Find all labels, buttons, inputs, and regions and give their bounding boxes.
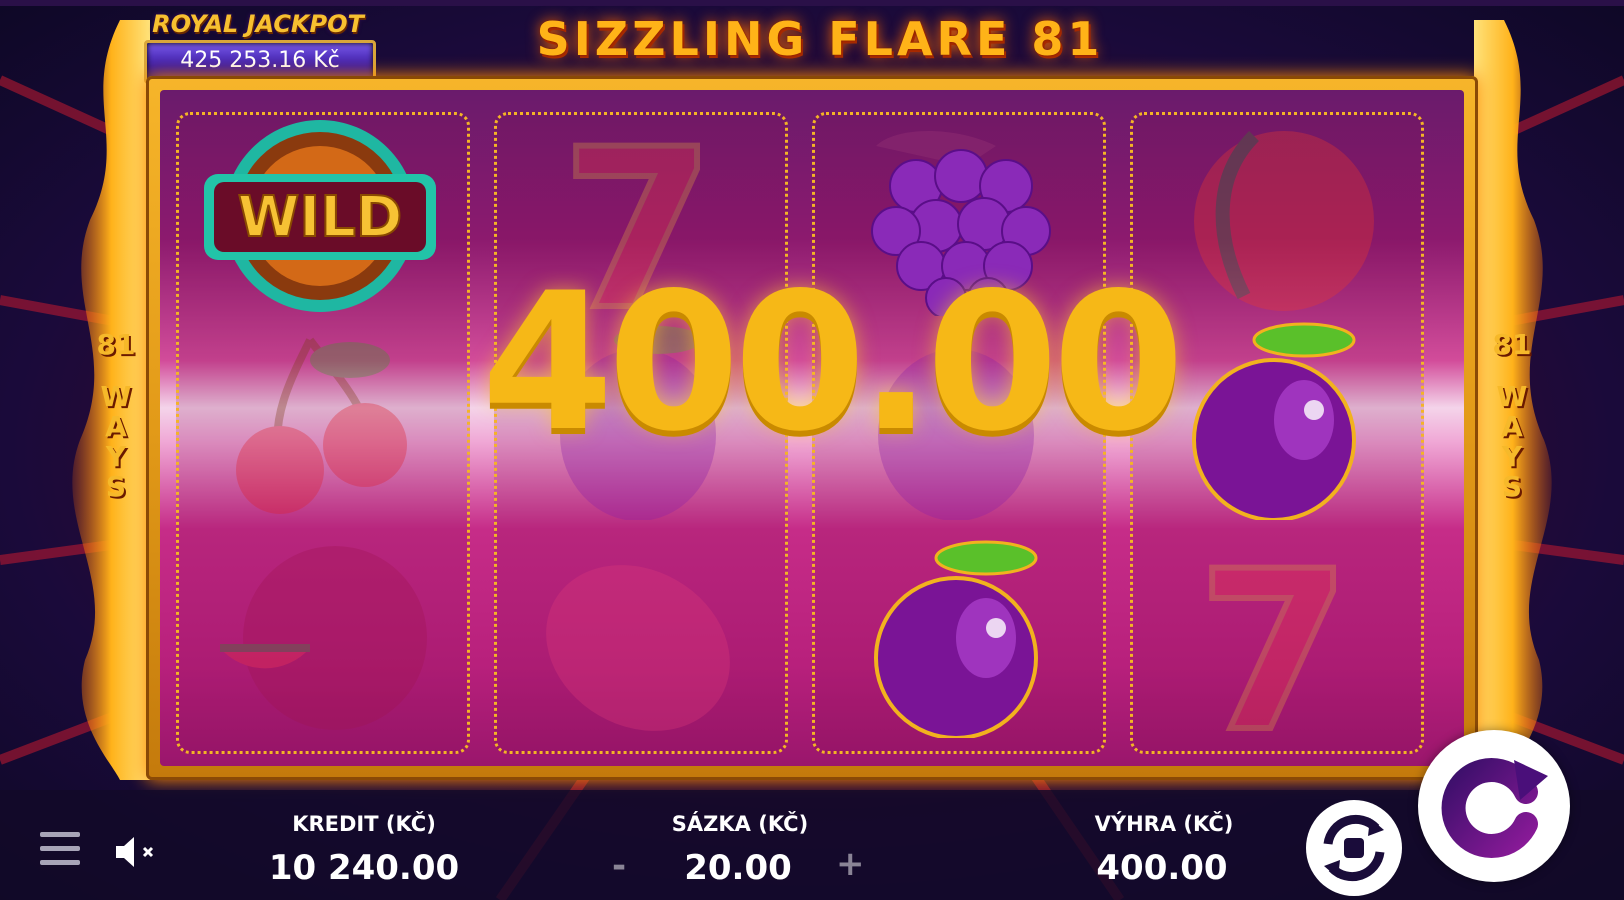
- autoplay-icon: [1323, 814, 1385, 882]
- ways-letter: W: [100, 380, 132, 413]
- ways-indicator-left: 81 W A Y S: [96, 330, 136, 502]
- ways-letter: A: [105, 410, 127, 443]
- plum-symbol: [874, 540, 1038, 738]
- spin-button[interactable]: [1418, 730, 1570, 882]
- ways-number: 81: [96, 328, 136, 361]
- win-value: 400.00: [1096, 848, 1228, 888]
- ways-number: 81: [1492, 328, 1532, 361]
- bet-label: SÁZKA (KČ): [671, 812, 809, 836]
- top-strip: [0, 0, 1624, 6]
- autoplay-button[interactable]: [1306, 800, 1402, 896]
- watermelon-symbol: [220, 546, 427, 730]
- jackpot-value: 425 253.16 Kč: [180, 48, 340, 73]
- game-title: SIZZLING FLARE 81: [536, 12, 1104, 66]
- ways-letter: S: [1501, 470, 1523, 503]
- seven-symbol-label: 7: [1197, 538, 1350, 738]
- speaker-muted-icon[interactable]: [114, 834, 160, 870]
- ways-letter: Y: [1501, 440, 1523, 473]
- seven-symbol: 7: [1194, 538, 1353, 738]
- bet-value: 20.00: [684, 848, 792, 888]
- spin-icon: [1441, 758, 1548, 858]
- ways-indicator-right: 81 W A Y S: [1492, 330, 1532, 502]
- jackpot-title: ROYAL JACKPOT: [152, 10, 364, 38]
- ways-letter: Y: [105, 440, 127, 473]
- ways-letter: W: [1496, 380, 1528, 413]
- lemon-symbol: [546, 565, 730, 731]
- credit-label: KREDIT (KČ): [292, 812, 436, 836]
- credit-value: 10 240.00: [268, 848, 460, 888]
- hamburger-menu-icon[interactable]: [40, 832, 80, 868]
- ways-letter: S: [105, 470, 127, 503]
- bet-increase-button[interactable]: +: [836, 844, 865, 884]
- wild-symbol-label: WILD: [238, 185, 403, 250]
- win-label: VÝHRA (KČ): [1094, 812, 1234, 836]
- royal-jackpot-panel: ROYAL JACKPOT 425 253.16 Kč: [142, 10, 376, 84]
- big-win-amount: 400.00: [481, 252, 1184, 473]
- ways-letter: A: [1501, 410, 1523, 443]
